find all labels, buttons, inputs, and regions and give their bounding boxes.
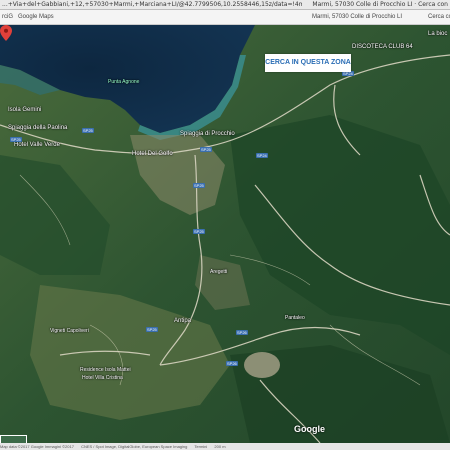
label-hotel-villa: Hotel Villa Cristina — [82, 375, 123, 381]
road-badge: SP25 — [200, 147, 212, 152]
label-isola-gemini: Isola Gemini — [8, 107, 42, 113]
road-badge: SP25 — [146, 327, 158, 332]
label-residence: Residence Isola Mattei — [80, 367, 131, 373]
label-spiaggia-paolina: Spiaggia della Paolina — [8, 125, 68, 131]
terms-link[interactable]: Termini — [194, 444, 207, 449]
road-badge: SP25 — [10, 137, 22, 142]
label-vigneti: Vigneti Capoliveri — [50, 328, 89, 334]
tab-google-maps[interactable]: Google Maps — [18, 10, 54, 24]
scale-label: 200 m — [214, 444, 226, 449]
road-badge: SP26 — [236, 330, 248, 335]
browser-address-bar[interactable]: ...+Via+del+Gabbiani,+12,+57030+Marmi,+M… — [0, 0, 450, 10]
quarry — [244, 352, 280, 378]
browser-tab-bar: rciG Google Maps Marmi, 57030 Colle di P… — [0, 10, 450, 25]
imagery-credit: CNES / Spot Image, DigitalGlobe, Europea… — [81, 444, 188, 449]
label-aregetti: Aregetti — [210, 269, 228, 275]
label-punta-agnone: Punta Agnone — [108, 79, 140, 85]
road-badge: SP25 — [193, 183, 205, 188]
map-imagery — [0, 25, 450, 443]
search-this-area-button[interactable]: CERCA IN QUESTA ZONA — [265, 54, 351, 72]
satellite-map[interactable]: Isola Gemini Spiaggia della Paolina Hote… — [0, 25, 450, 443]
label-pantaleo: Pantaleo — [285, 315, 305, 321]
url-text: ...+Via+del+Gabbiani,+12,+57030+Marmi,+M… — [2, 1, 302, 8]
google-logo: Google — [294, 424, 325, 434]
map-data-credit: Map data ©2017 Google Immagini ©2017 — [0, 444, 74, 449]
road-badge: SP26 — [226, 361, 238, 366]
layer-toggle-thumbnail[interactable] — [0, 435, 27, 443]
map-footer: Map data ©2017 Google Immagini ©2017 CNE… — [0, 443, 450, 450]
road-badge: SP25 — [193, 229, 205, 234]
road-badge: SP24 — [256, 153, 268, 158]
label-hotel-valle-verde: Hotel Valle Verde — [14, 142, 60, 148]
label-hotel-del-golfo: Hotel Del Golfo — [132, 151, 173, 157]
road-badge: SP25 — [82, 128, 94, 133]
label-discoteca: DISCOTECA CLUB 64 — [352, 44, 413, 50]
tab-marmi[interactable]: Marmi, 57030 Colle di Procchio LI — [312, 10, 402, 24]
window-title-text: Marmi, 57030 Colle di Procchio LI · Cerc… — [312, 1, 448, 8]
label-antipa: Antipa — [174, 318, 192, 324]
location-pin-icon[interactable] — [0, 25, 12, 41]
label-spiaggia-procchio: Spiaggia di Procchio — [180, 131, 235, 137]
tab-extra[interactable]: rciG — [2, 10, 13, 24]
tab-cerca[interactable]: Cerca con — [428, 10, 450, 24]
label-la-bioc: La bioc — [428, 31, 448, 37]
